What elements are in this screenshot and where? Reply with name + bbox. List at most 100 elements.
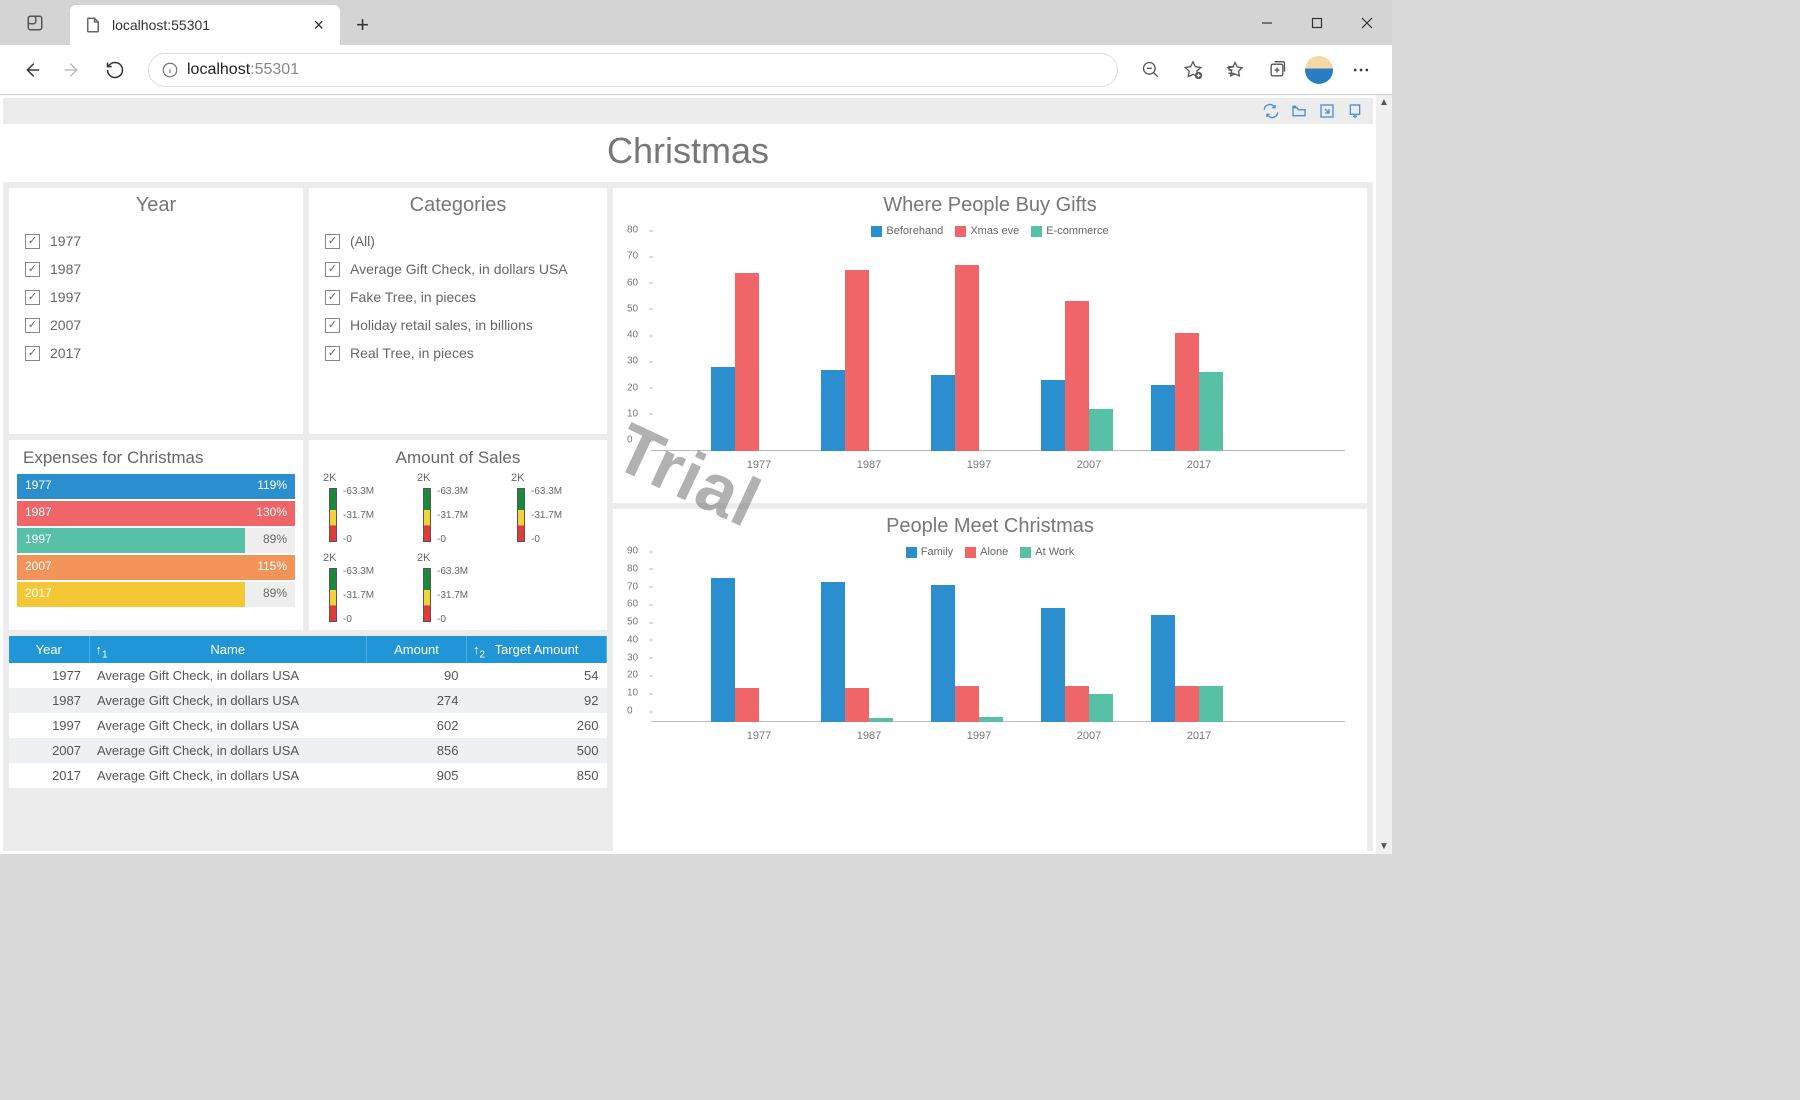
category-checkbox[interactable]: Real Tree, in pieces — [325, 339, 591, 367]
y-tick: 80 — [627, 225, 638, 236]
favorite-add-icon[interactable] — [1174, 51, 1212, 89]
category-checkbox[interactable]: Average Gift Check, in dollars USA — [325, 255, 591, 283]
site-info-icon[interactable] — [161, 61, 179, 79]
expense-year: 2017 — [25, 586, 52, 600]
new-tab-button[interactable]: + — [340, 5, 385, 45]
expense-bar: 2017 89% — [17, 582, 295, 607]
collections-icon[interactable] — [1258, 51, 1296, 89]
sales-gauge: 2K -63.3M -31.7M -0 — [507, 472, 597, 552]
expense-bar: 1987 130% — [17, 501, 295, 526]
sales-gauge: 2K -63.3M -31.7M -0 — [319, 552, 409, 632]
legend-item[interactable]: Beforehand — [871, 225, 943, 237]
bar — [1175, 686, 1199, 722]
open-icon[interactable] — [1291, 103, 1307, 119]
expense-pct: 130% — [256, 505, 287, 519]
bar — [1199, 686, 1223, 722]
table-row[interactable]: 1987 Average Gift Check, in dollars USA … — [9, 688, 607, 713]
scroll-down-icon[interactable]: ▼ — [1379, 841, 1389, 852]
legend-item[interactable]: At Work — [1020, 546, 1074, 558]
more-menu-icon[interactable] — [1342, 51, 1380, 89]
gauge-bar — [517, 488, 525, 542]
bar — [955, 265, 979, 451]
bar — [1175, 333, 1199, 451]
bar — [1065, 686, 1089, 722]
y-tick: 30 — [627, 356, 638, 367]
legend-item[interactable]: Family — [906, 546, 953, 558]
gauge-top-label: 2K — [417, 472, 430, 484]
year-checkbox[interactable]: 1977 — [25, 227, 287, 255]
scroll-up-icon[interactable]: ▲ — [1379, 97, 1389, 108]
gauge-label: -31.7M — [531, 510, 562, 521]
legend-item[interactable]: E-commerce — [1031, 225, 1108, 237]
x-label: 2017 — [1151, 730, 1247, 742]
col-target[interactable]: ↑2Target Amount — [467, 636, 607, 663]
profile-avatar[interactable] — [1300, 51, 1338, 89]
checkbox-label: 2017 — [50, 345, 81, 361]
legend-label: Alone — [980, 546, 1008, 558]
category-checkbox[interactable]: Fake Tree, in pieces — [325, 283, 591, 311]
close-button[interactable] — [1342, 0, 1392, 45]
bar — [1065, 301, 1089, 451]
col-name[interactable]: ↑1Name — [89, 636, 367, 663]
year-checkbox[interactable]: 2007 — [25, 311, 287, 339]
bar — [711, 578, 735, 722]
expense-bar: 1997 89% — [17, 528, 295, 553]
x-label: 1997 — [931, 730, 1027, 742]
table-row[interactable]: 1997 Average Gift Check, in dollars USA … — [9, 713, 607, 738]
bar — [845, 270, 869, 451]
bar — [1151, 385, 1175, 451]
year-checkbox[interactable]: 1997 — [25, 283, 287, 311]
favorites-icon[interactable] — [1216, 51, 1254, 89]
gauge-label: -0 — [343, 614, 352, 625]
address-bar[interactable]: localhost:55301 — [148, 53, 1118, 87]
gauge-label: -0 — [437, 534, 446, 545]
cell-year: 1977 — [9, 663, 89, 688]
y-tick: 30 — [627, 652, 638, 663]
print-icon[interactable] — [1347, 103, 1363, 119]
x-label: 2007 — [1041, 730, 1137, 742]
report-title: Christmas — [3, 130, 1373, 172]
url-text: localhost:55301 — [187, 61, 299, 79]
vertical-scrollbar[interactable]: ▲ ▼ — [1376, 95, 1392, 854]
zoom-out-icon[interactable] — [1132, 51, 1170, 89]
table-row[interactable]: 2007 Average Gift Check, in dollars USA … — [9, 738, 607, 763]
legend-swatch — [955, 226, 966, 237]
legend-swatch — [906, 547, 917, 558]
x-label: 1977 — [711, 730, 807, 742]
checkbox-icon — [25, 318, 40, 333]
tab-actions-icon[interactable] — [0, 0, 70, 45]
checkbox-icon — [325, 234, 340, 249]
maximize-button[interactable] — [1292, 0, 1342, 45]
cell-year: 2017 — [9, 763, 89, 788]
year-checkbox[interactable]: 1987 — [25, 255, 287, 283]
refresh-button[interactable] — [96, 51, 134, 89]
col-year[interactable]: Year — [9, 636, 89, 663]
gauge-top-label: 2K — [323, 472, 336, 484]
browser-tab[interactable]: localhost:55301 × — [70, 5, 340, 45]
table-row[interactable]: 2017 Average Gift Check, in dollars USA … — [9, 763, 607, 788]
cell-amount: 905 — [367, 763, 467, 788]
gauge-top-label: 2K — [511, 472, 524, 484]
back-button[interactable] — [12, 51, 50, 89]
legend-item[interactable]: Xmas eve — [955, 225, 1019, 237]
export-icon[interactable] — [1319, 103, 1335, 119]
y-tick: 40 — [627, 330, 638, 341]
cell-target: 92 — [467, 688, 607, 713]
checkbox-icon — [325, 262, 340, 277]
year-checkbox[interactable]: 2017 — [25, 339, 287, 367]
legend-swatch — [1031, 226, 1042, 237]
checkbox-icon — [325, 290, 340, 305]
checkbox-label: Fake Tree, in pieces — [350, 289, 476, 305]
cell-amount: 274 — [367, 688, 467, 713]
col-amount[interactable]: Amount — [367, 636, 467, 663]
year-filter-panel: Year 19771987199720072017 — [9, 188, 303, 434]
category-checkbox[interactable]: Holiday retail sales, in billions — [325, 311, 591, 339]
forward-button — [54, 51, 92, 89]
close-tab-icon[interactable]: × — [307, 15, 330, 36]
legend-item[interactable]: Alone — [965, 546, 1008, 558]
table-row[interactable]: 1977 Average Gift Check, in dollars USA … — [9, 663, 607, 688]
refresh-report-icon[interactable] — [1263, 103, 1279, 119]
category-checkbox[interactable]: (All) — [325, 227, 591, 255]
minimize-button[interactable] — [1242, 0, 1292, 45]
chart-meet-christmas: People Meet Christmas FamilyAloneAt Work… — [613, 509, 1367, 851]
